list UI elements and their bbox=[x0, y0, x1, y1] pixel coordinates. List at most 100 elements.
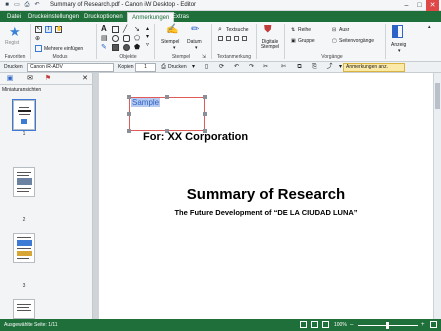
copies-input[interactable]: 1 bbox=[135, 63, 156, 72]
thumbnail-page-1[interactable] bbox=[12, 99, 36, 131]
text-anno-icon-1[interactable] bbox=[218, 36, 223, 41]
undo-icon[interactable]: ↶ bbox=[233, 64, 240, 71]
filled-polygon-icon[interactable]: ⬟ bbox=[134, 44, 140, 51]
printer-select[interactable]: Canon iR-ADV bbox=[27, 63, 114, 72]
print-icon[interactable]: ⎙ bbox=[160, 64, 167, 71]
close-sidebar-icon[interactable]: ✕ bbox=[81, 75, 89, 83]
cut-icon[interactable]: ✂ bbox=[262, 64, 269, 71]
resize-handle[interactable] bbox=[203, 112, 207, 116]
stempel-dropdown-icon[interactable]: ▾ bbox=[173, 45, 176, 51]
rectangle-icon[interactable] bbox=[112, 26, 119, 33]
document-view[interactable]: Sample For: XX Corporation Summary of Re… bbox=[99, 73, 433, 319]
rounded-rect-icon[interactable] bbox=[123, 35, 130, 42]
vertical-scrollbar[interactable] bbox=[433, 73, 441, 319]
textsuche-button[interactable]: Textsuche bbox=[226, 27, 249, 33]
filled-rect-icon[interactable] bbox=[112, 44, 119, 51]
text-anno-icon-4[interactable] bbox=[242, 36, 247, 41]
resize-handle[interactable] bbox=[127, 129, 131, 133]
group-separator bbox=[211, 24, 212, 59]
save-icon[interactable]: ▭ bbox=[13, 1, 21, 9]
digitaler-stempel-button[interactable]: Digitale Stempel bbox=[259, 40, 281, 50]
register-button[interactable]: Regist bbox=[5, 40, 19, 46]
text-select-icon[interactable]: I bbox=[45, 26, 52, 33]
tab-datei[interactable]: Datei bbox=[3, 12, 25, 22]
multi-insert-button[interactable]: Mehrere einfügen bbox=[44, 46, 83, 52]
drucken-button[interactable]: Drucken bbox=[168, 64, 187, 71]
datum-dropdown-icon[interactable]: ▾ bbox=[195, 45, 198, 51]
page-icon[interactable]: ▯ bbox=[203, 64, 210, 71]
copy-icon[interactable]: ⧉ bbox=[296, 64, 303, 71]
export-icon[interactable]: ⤴ bbox=[326, 64, 333, 71]
thumbnail-sidebar: ▣ ✉ ⚑ ✕ Miniaturansichten 1 2 3 bbox=[0, 73, 93, 319]
two-page-view-icon[interactable] bbox=[311, 321, 318, 328]
bookmarks-tab-icon[interactable]: ⚑ bbox=[44, 75, 52, 83]
ellipse-icon[interactable] bbox=[112, 35, 119, 42]
seitenvorgaenge-button[interactable]: Seitenvorgänge bbox=[339, 38, 374, 44]
thumbnail-page-2[interactable] bbox=[13, 167, 35, 197]
line-icon[interactable]: ╱ bbox=[123, 26, 127, 33]
scrollbar-thumb[interactable] bbox=[435, 83, 440, 109]
stempel-button[interactable]: Stempel bbox=[161, 39, 179, 45]
multi-insert-icon[interactable] bbox=[35, 45, 42, 52]
continuous-view-icon[interactable] bbox=[322, 321, 329, 328]
select-mode-icon[interactable]: ↖ bbox=[35, 26, 42, 33]
tab-druckeinstellungen[interactable]: Druckeinstellungen bbox=[24, 12, 83, 22]
thumbnails-tab-icon[interactable]: ▣ bbox=[6, 75, 14, 83]
resize-handle[interactable] bbox=[165, 95, 169, 99]
resize-handle[interactable] bbox=[127, 112, 131, 116]
ausr-button[interactable]: Ausr bbox=[339, 27, 349, 33]
stempel-dialog-icon[interactable]: ⇲ bbox=[201, 54, 207, 60]
thumbnail-page-3[interactable] bbox=[13, 233, 35, 263]
annotation-text[interactable]: Sample bbox=[131, 98, 161, 107]
text-anno-icon-2[interactable] bbox=[226, 36, 231, 41]
scissors-icon[interactable]: ✄ bbox=[280, 64, 287, 71]
star-icon[interactable]: ★ bbox=[9, 25, 21, 38]
date-stamp-icon[interactable]: ✏ bbox=[191, 25, 199, 35]
reihe-button[interactable]: Reihe bbox=[298, 27, 311, 33]
print-icon[interactable]: ⎙ bbox=[23, 1, 31, 9]
hand-icon[interactable]: ✋ bbox=[55, 26, 62, 33]
tab-extras[interactable]: Extras bbox=[168, 12, 193, 22]
note-icon[interactable]: ▤ bbox=[101, 35, 108, 42]
single-page-view-icon[interactable] bbox=[300, 321, 307, 328]
filled-ellipse-icon[interactable] bbox=[123, 44, 130, 51]
text-icon[interactable]: A bbox=[101, 25, 107, 33]
seitenvorgaenge-icon[interactable]: ▢ bbox=[332, 38, 337, 44]
gruppe-button[interactable]: Gruppe bbox=[298, 38, 315, 44]
zoom-out-icon[interactable]: – bbox=[350, 321, 353, 329]
tab-druckoptionen[interactable]: Druckoptionen bbox=[80, 12, 127, 22]
drucken-dropdown-icon[interactable]: ▾ bbox=[190, 64, 197, 71]
anzeige-dropdown-icon[interactable]: ▾ bbox=[398, 48, 401, 54]
undo-icon[interactable]: ↶ bbox=[33, 1, 41, 9]
close-icon[interactable]: ✕ bbox=[426, 0, 439, 11]
polygon-icon[interactable]: ⬠ bbox=[134, 35, 140, 42]
minimize-icon[interactable]: – bbox=[400, 0, 413, 11]
anzeige-icon[interactable] bbox=[392, 25, 403, 38]
redo-icon[interactable]: ↷ bbox=[248, 64, 255, 71]
scroll-down-icon[interactable]: ▾ bbox=[146, 34, 149, 41]
pen-icon[interactable]: ✎ bbox=[101, 44, 107, 51]
ausr-icon[interactable]: ⊟ bbox=[332, 27, 336, 33]
stamp-icon[interactable]: ✍ bbox=[166, 25, 178, 35]
group-separator bbox=[154, 24, 155, 59]
rotate-icon[interactable]: ⟳ bbox=[218, 64, 225, 71]
collapse-ribbon-icon[interactable]: ▴ bbox=[428, 24, 431, 30]
paste-icon[interactable]: ⎘ bbox=[311, 64, 318, 71]
gruppe-icon[interactable]: ▣ bbox=[291, 38, 296, 44]
zoom-in-icon[interactable]: + bbox=[421, 321, 425, 329]
anmerkungen-anzeigen-button[interactable]: Anmerkungen anz. bbox=[343, 63, 405, 72]
more-icon[interactable]: ▿ bbox=[146, 42, 149, 49]
arrow-icon[interactable]: ↘ bbox=[134, 26, 140, 33]
zoom-icon[interactable]: ⊕ bbox=[35, 36, 42, 43]
fit-page-icon[interactable] bbox=[430, 321, 437, 328]
zoom-slider-handle[interactable] bbox=[386, 322, 389, 329]
digital-stamp-icon[interactable]: ⛊ bbox=[264, 25, 272, 35]
comments-tab-icon[interactable]: ✉ bbox=[26, 75, 34, 83]
scroll-up-icon[interactable]: ▴ bbox=[146, 26, 149, 33]
thumbnail-page-4[interactable] bbox=[13, 299, 35, 319]
resize-handle[interactable] bbox=[203, 95, 207, 99]
maximize-icon[interactable]: □ bbox=[413, 0, 426, 11]
text-anno-icon-3[interactable] bbox=[234, 36, 239, 41]
search-icon[interactable]: ⌕ bbox=[218, 26, 222, 33]
reihe-icon[interactable]: ⇅ bbox=[291, 27, 295, 33]
